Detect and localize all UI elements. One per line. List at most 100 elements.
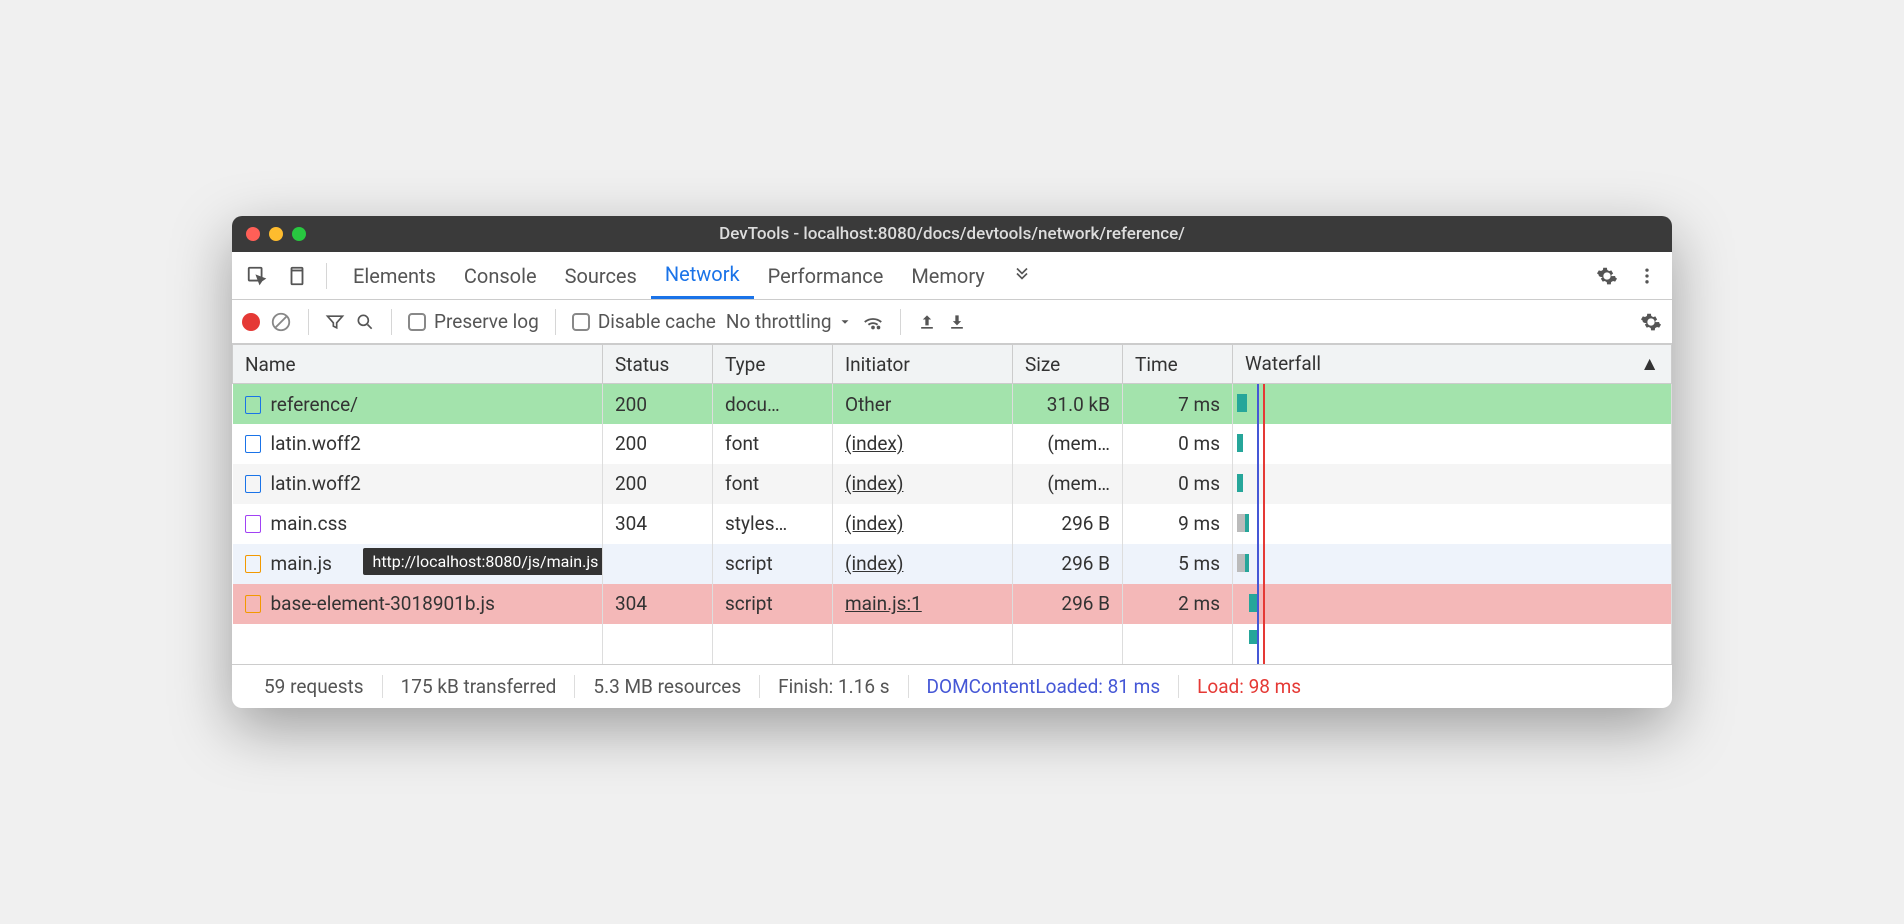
waterfall-cell bbox=[1233, 544, 1672, 584]
waterfall-cell bbox=[1233, 424, 1672, 464]
time-cell: 0 ms bbox=[1123, 424, 1233, 464]
initiator-link[interactable]: main.js:1 bbox=[845, 592, 922, 615]
kebab-menu-icon[interactable] bbox=[1630, 259, 1664, 293]
status-cell: 200 bbox=[603, 464, 713, 504]
network-toolbar: Preserve log Disable cache No throttling bbox=[232, 300, 1672, 344]
window-title: DevTools - localhost:8080/docs/devtools/… bbox=[719, 224, 1185, 244]
more-tabs-icon[interactable] bbox=[1005, 259, 1039, 293]
column-header-status[interactable]: Status bbox=[603, 345, 713, 384]
size-cell: 296 B bbox=[1013, 544, 1123, 584]
preserve-log-label: Preserve log bbox=[434, 310, 539, 333]
search-icon[interactable] bbox=[355, 312, 375, 332]
type-cell: script bbox=[713, 544, 833, 584]
disable-cache-checkbox[interactable]: Disable cache bbox=[572, 310, 716, 333]
waterfall-cell bbox=[1233, 464, 1672, 504]
js-file-icon bbox=[245, 595, 261, 613]
status-load: Load: 98 ms bbox=[1179, 675, 1319, 698]
traffic-lights bbox=[246, 227, 306, 241]
table-row[interactable]: latin.woff2200font(index)(mem…0 ms bbox=[233, 464, 1672, 504]
separator bbox=[326, 263, 327, 289]
status-cell: 200 bbox=[603, 384, 713, 424]
initiator-link[interactable]: (index) bbox=[845, 472, 903, 495]
time-cell: 0 ms bbox=[1123, 464, 1233, 504]
status-requests: 59 requests bbox=[246, 675, 383, 698]
table-row[interactable]: latin.woff2200font(index)(mem…0 ms bbox=[233, 424, 1672, 464]
column-header-time[interactable]: Time bbox=[1123, 345, 1233, 384]
inspect-icon[interactable] bbox=[240, 259, 274, 293]
size-cell: 31.0 kB bbox=[1013, 384, 1123, 424]
time-cell: 7 ms bbox=[1123, 384, 1233, 424]
panel-settings-icon[interactable] bbox=[1640, 311, 1662, 333]
status-domcontentloaded: DOMContentLoaded: 81 ms bbox=[909, 675, 1180, 698]
status-cell: 304 bbox=[603, 504, 713, 544]
size-cell: (mem… bbox=[1013, 424, 1123, 464]
initiator-cell: (index) bbox=[833, 424, 1013, 464]
tooltip: http://localhost:8080/js/main.js bbox=[363, 548, 603, 575]
throttling-select[interactable]: No throttling bbox=[726, 310, 852, 333]
table-row[interactable]: base-element-3018901b.js 304script main.js… bbox=[233, 584, 1672, 624]
preserve-log-checkbox[interactable]: Preserve log bbox=[408, 310, 539, 333]
status-finish: Finish: 1.16 s bbox=[760, 675, 908, 698]
tab-sources[interactable]: Sources bbox=[551, 252, 651, 299]
status-resources: 5.3 MB resources bbox=[575, 675, 760, 698]
column-header-size[interactable]: Size bbox=[1013, 345, 1123, 384]
disable-cache-label: Disable cache bbox=[598, 310, 716, 333]
device-toggle-icon[interactable] bbox=[280, 259, 314, 293]
column-header-initiator[interactable]: Initiator bbox=[833, 345, 1013, 384]
devtools-window: DevTools - localhost:8080/docs/devtools/… bbox=[232, 216, 1672, 708]
titlebar: DevTools - localhost:8080/docs/devtools/… bbox=[232, 216, 1672, 252]
column-header-waterfall[interactable]: Waterfall▲ bbox=[1233, 345, 1672, 384]
time-cell: 2 ms bbox=[1123, 584, 1233, 624]
download-har-icon[interactable] bbox=[947, 312, 967, 332]
network-table: NameStatusTypeInitiatorSizeTimeWaterfall… bbox=[232, 344, 1672, 664]
table-row[interactable]: main.css304styles…(index)296 B9 ms bbox=[233, 504, 1672, 544]
initiator-link[interactable]: (index) bbox=[845, 512, 903, 535]
initiator-cell: (index) bbox=[833, 464, 1013, 504]
type-cell: script bbox=[713, 584, 833, 624]
font-file-icon bbox=[245, 435, 261, 453]
size-cell: 296 B bbox=[1013, 584, 1123, 624]
sort-arrow-icon: ▲ bbox=[1640, 352, 1659, 376]
tab-memory[interactable]: Memory bbox=[897, 252, 998, 299]
initiator-cell: (index) bbox=[833, 544, 1013, 584]
table-row[interactable]: main.js http://localhost:8080/js/main.js s… bbox=[233, 544, 1672, 584]
time-cell: 9 ms bbox=[1123, 504, 1233, 544]
filter-icon[interactable] bbox=[325, 312, 345, 332]
request-name: main.js bbox=[271, 552, 332, 575]
doc-file-icon bbox=[245, 396, 261, 414]
time-cell: 5 ms bbox=[1123, 544, 1233, 584]
waterfall-cell bbox=[1233, 584, 1672, 624]
initiator-cell: main.js:1 bbox=[833, 584, 1013, 624]
tab-console[interactable]: Console bbox=[450, 252, 551, 299]
tab-network[interactable]: Network bbox=[651, 252, 754, 299]
size-cell: 296 B bbox=[1013, 504, 1123, 544]
column-header-type[interactable]: Type bbox=[713, 345, 833, 384]
request-name: reference/ bbox=[271, 393, 359, 416]
column-header-name[interactable]: Name bbox=[233, 345, 603, 384]
type-cell: font bbox=[713, 464, 833, 504]
request-name: latin.woff2 bbox=[271, 472, 361, 495]
initiator-link[interactable]: (index) bbox=[845, 552, 903, 575]
maximize-button[interactable] bbox=[292, 227, 306, 241]
record-button[interactable] bbox=[242, 313, 260, 331]
font-file-icon bbox=[245, 475, 261, 493]
minimize-button[interactable] bbox=[269, 227, 283, 241]
status-bar: 59 requests 175 kB transferred 5.3 MB re… bbox=[232, 664, 1672, 708]
upload-har-icon[interactable] bbox=[917, 312, 937, 332]
clear-icon[interactable] bbox=[270, 311, 292, 333]
request-name: base-element-3018901b.js bbox=[271, 592, 495, 615]
status-cell bbox=[603, 544, 713, 584]
request-name: main.css bbox=[271, 512, 348, 535]
type-cell: font bbox=[713, 424, 833, 464]
tab-performance[interactable]: Performance bbox=[754, 252, 898, 299]
network-conditions-icon[interactable] bbox=[862, 311, 884, 333]
request-name: latin.woff2 bbox=[271, 432, 361, 455]
throttling-value: No throttling bbox=[726, 310, 832, 333]
initiator-link[interactable]: (index) bbox=[845, 432, 903, 455]
settings-icon[interactable] bbox=[1590, 259, 1624, 293]
tab-elements[interactable]: Elements bbox=[339, 252, 450, 299]
initiator-cell: Other bbox=[833, 384, 1013, 424]
table-row[interactable]: reference/200docu…Other31.0 kB7 ms bbox=[233, 384, 1672, 424]
close-button[interactable] bbox=[246, 227, 260, 241]
status-cell: 304 bbox=[603, 584, 713, 624]
